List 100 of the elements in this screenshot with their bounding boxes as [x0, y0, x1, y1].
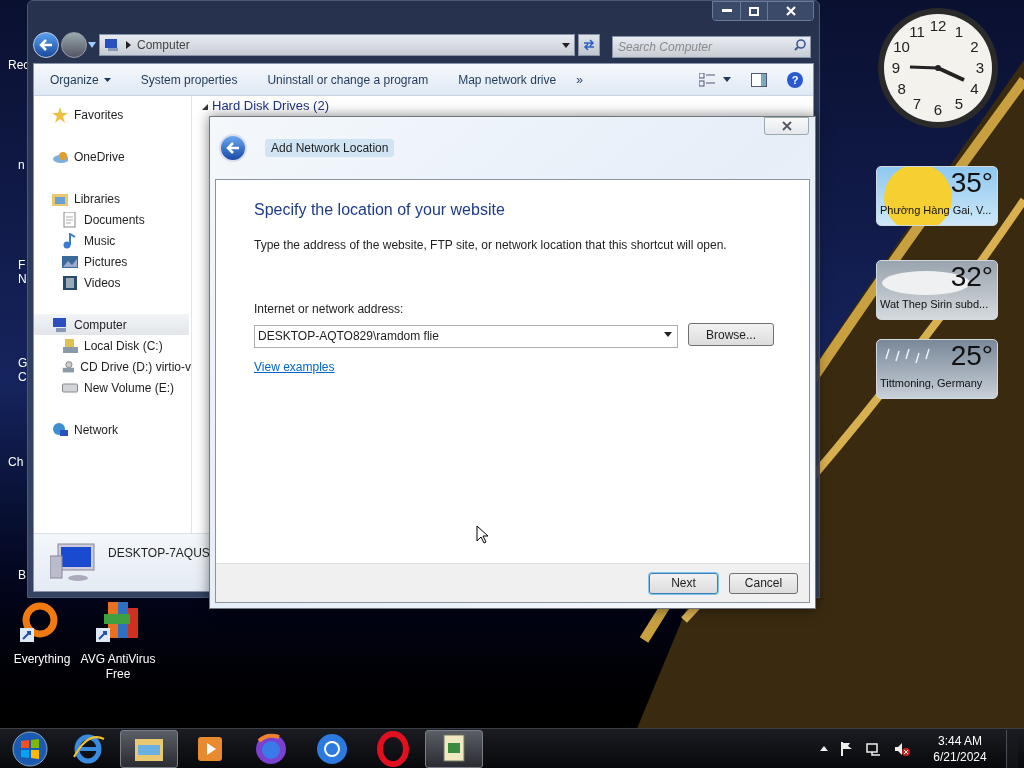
- breadcrumb-arrow-icon: [126, 41, 131, 49]
- back-button[interactable]: [33, 32, 59, 58]
- section-heading: Hard Disk Drives (2): [212, 98, 329, 114]
- search-icon: [794, 39, 806, 51]
- maximize-icon: [749, 6, 759, 16]
- toolbar-button[interactable]: Uninstall or change a program: [267, 67, 429, 92]
- desktop-icon-label: Ch: [8, 455, 24, 469]
- date-text: 6/21/2024: [933, 748, 987, 765]
- nav-item[interactable]: Pictures: [34, 251, 191, 272]
- clock-numeral: 1: [954, 22, 964, 40]
- back-arrow-icon: [39, 39, 53, 51]
- collapse-arrow-icon[interactable]: [202, 104, 208, 110]
- toolbar-button[interactable]: »: [576, 67, 583, 92]
- help-button[interactable]: ?: [787, 71, 803, 88]
- computer-name: DESKTOP-7AQUS: [108, 545, 210, 562]
- temperature: 25°: [950, 340, 993, 372]
- nav-item[interactable]: Favorites: [34, 104, 189, 125]
- recent-pages-caret-icon[interactable]: [88, 42, 96, 48]
- maximize-button[interactable]: [740, 2, 767, 20]
- mouse-pointer-icon: [476, 525, 488, 544]
- temperature: 35°: [950, 167, 993, 199]
- view-options-icon[interactable]: [699, 72, 715, 87]
- rain-icon: [885, 348, 931, 364]
- back-arrow-icon: [226, 142, 240, 154]
- close-icon: [781, 121, 792, 131]
- desktop-icon-label[interactable]: AVG AntiVirus Free: [80, 652, 156, 682]
- desktop-shortcut-icon: [96, 600, 140, 644]
- taskbar-button[interactable]: [425, 729, 483, 768]
- forward-button[interactable]: [61, 32, 87, 58]
- nav-item[interactable]: Computer: [34, 314, 189, 335]
- clock-numeral: 7: [912, 95, 922, 113]
- taskbar-button[interactable]: [120, 729, 178, 768]
- time-text: 3:44 AM: [938, 732, 982, 749]
- nav-item[interactable]: New Volume (E:): [34, 377, 191, 398]
- desktop-icon-label: B: [18, 568, 26, 582]
- nav-item[interactable]: OneDrive: [34, 146, 189, 167]
- minimize-icon: [721, 9, 732, 13]
- sun-icon: [883, 167, 953, 225]
- search-field[interactable]: Search Computer: [612, 36, 811, 58]
- desktop-icon-label[interactable]: Everything: [13, 652, 71, 667]
- clock-numeral: 8: [897, 80, 906, 97]
- nav-item-icon: [52, 316, 68, 333]
- minimize-button[interactable]: [713, 2, 740, 20]
- nav-item[interactable]: Libraries: [34, 188, 189, 209]
- nav-item[interactable]: Network: [34, 419, 189, 440]
- clock-numeral: 9: [891, 59, 901, 76]
- computer-icon: [50, 542, 96, 582]
- weather-location: Wat Thep Sirin subd...: [880, 297, 990, 311]
- weather-location: Tittmoning, Germany: [880, 376, 984, 390]
- close-button[interactable]: [764, 117, 809, 135]
- nav-item[interactable]: CD Drive (D:) virtio-v: [34, 356, 191, 377]
- refresh-button[interactable]: [578, 34, 600, 56]
- browse-button[interactable]: Browse...: [688, 323, 774, 346]
- desktop-icon-label: G: [18, 356, 28, 370]
- dialog-button[interactable]: Cancel: [729, 572, 798, 594]
- dialog-description: Type the address of the website, FTP site, or network location that this shortcut will open.: [254, 237, 728, 254]
- toolbar-button[interactable]: Organize: [50, 67, 111, 92]
- refresh-arrows-icon: [582, 39, 596, 51]
- muted-speaker-icon[interactable]: [894, 741, 910, 756]
- clock-numeral: 5: [954, 95, 964, 113]
- preview-pane-icon[interactable]: [751, 72, 767, 87]
- nav-item-icon: [62, 358, 75, 375]
- nav-item-icon: [62, 253, 78, 270]
- back-button[interactable]: [219, 134, 247, 162]
- address-path: Computer: [137, 37, 191, 54]
- clock-numeral: 12: [929, 17, 947, 34]
- dialog-button[interactable]: Next: [649, 572, 718, 594]
- clock-hands: [909, 65, 965, 82]
- desktop-icon-label: C: [18, 370, 27, 384]
- nav-item[interactable]: Documents: [34, 209, 191, 230]
- show-hidden-icons-icon[interactable]: [820, 746, 828, 751]
- nav-item-icon: [62, 337, 78, 354]
- desktop-icon-label: n: [18, 158, 25, 172]
- clock-area[interactable]: 3:44 AM 6/21/2024: [928, 732, 992, 765]
- view-examples-link[interactable]: View examples: [254, 358, 335, 376]
- nav-item[interactable]: Videos: [34, 272, 191, 293]
- flag-icon[interactable]: [840, 741, 854, 756]
- address-bar[interactable]: Computer: [99, 34, 575, 56]
- nav-item[interactable]: Music: [34, 230, 191, 251]
- clock-numeral: 11: [909, 22, 925, 40]
- toolbar-button[interactable]: System properties: [140, 67, 238, 92]
- clock-numeral: 6: [933, 101, 943, 118]
- close-button[interactable]: [767, 2, 813, 20]
- close-icon: [785, 6, 796, 16]
- toolbar-button[interactable]: Map network drive: [458, 67, 557, 92]
- network-icon[interactable]: [866, 741, 882, 756]
- dropdown-caret-icon: [562, 42, 570, 48]
- desktop-icon-label: F: [18, 258, 26, 272]
- temperature: 32°: [950, 261, 993, 293]
- dropdown-caret-icon[interactable]: [723, 77, 731, 82]
- dialog-title: Add Network Location: [265, 139, 395, 157]
- clock-numeral: 10: [893, 38, 910, 55]
- clock-numeral: 3: [975, 59, 985, 76]
- nav-item-icon: [52, 421, 68, 438]
- desktop-icon-label: N: [18, 272, 27, 286]
- dropdown-caret-icon[interactable]: [664, 332, 672, 337]
- nav-item-icon: [62, 274, 78, 291]
- address-combo-box[interactable]: DESKTOP-AQTO829\ramdom flie: [254, 324, 678, 348]
- nav-item[interactable]: Local Disk (C:): [34, 335, 191, 356]
- nav-item-icon: [62, 232, 78, 249]
